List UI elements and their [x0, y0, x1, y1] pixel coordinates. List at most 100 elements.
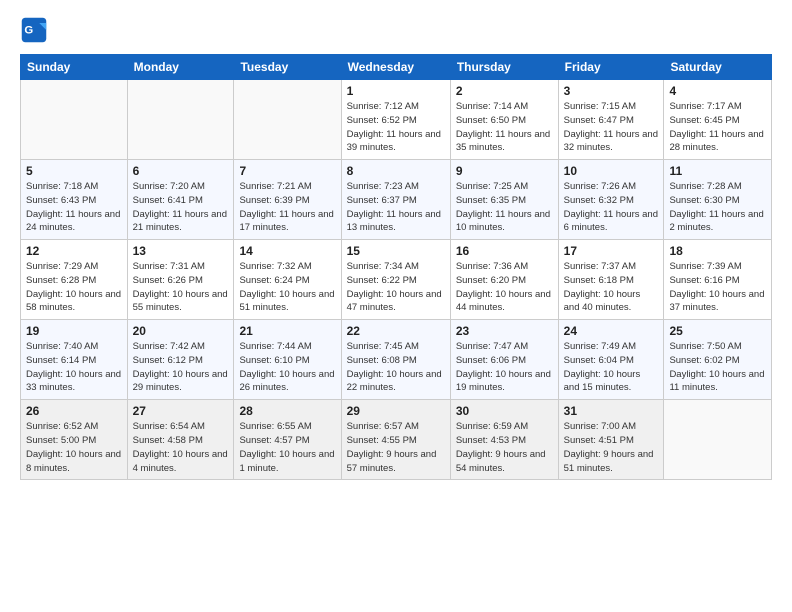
calendar-cell: 1 Sunrise: 7:12 AM Sunset: 6:52 PM Daylig… [341, 80, 450, 160]
day-number: 23 [456, 324, 553, 338]
day-number: 13 [133, 244, 229, 258]
weekday-header: Thursday [450, 55, 558, 80]
day-info: Sunrise: 7:17 AM Sunset: 6:45 PM Dayligh… [669, 100, 766, 155]
day-info: Sunrise: 7:23 AM Sunset: 6:37 PM Dayligh… [347, 180, 445, 235]
day-info: Sunrise: 6:59 AM Sunset: 4:53 PM Dayligh… [456, 420, 553, 475]
calendar-cell: 28 Sunrise: 6:55 AM Sunset: 4:57 PM Dayli… [234, 400, 341, 480]
day-info: Sunrise: 7:15 AM Sunset: 6:47 PM Dayligh… [564, 100, 659, 155]
day-info: Sunrise: 7:36 AM Sunset: 6:20 PM Dayligh… [456, 260, 553, 315]
page: G SundayMondayTuesdayWednesdayThursdayFr… [0, 0, 792, 490]
day-number: 25 [669, 324, 766, 338]
day-number: 27 [133, 404, 229, 418]
day-info: Sunrise: 6:57 AM Sunset: 4:55 PM Dayligh… [347, 420, 445, 475]
calendar-cell: 21 Sunrise: 7:44 AM Sunset: 6:10 PM Dayli… [234, 320, 341, 400]
day-number: 19 [26, 324, 122, 338]
calendar-cell: 22 Sunrise: 7:45 AM Sunset: 6:08 PM Dayli… [341, 320, 450, 400]
day-number: 4 [669, 84, 766, 98]
calendar-cell: 14Sunrise: 7:32 AM Sunset: 6:24 PM Dayli… [234, 240, 341, 320]
calendar-cell [234, 80, 341, 160]
day-info: Sunrise: 7:44 AM Sunset: 6:10 PM Dayligh… [239, 340, 335, 395]
weekday-header: Saturday [664, 55, 772, 80]
day-number: 20 [133, 324, 229, 338]
calendar: SundayMondayTuesdayWednesdayThursdayFrid… [20, 54, 772, 480]
weekday-header: Tuesday [234, 55, 341, 80]
calendar-cell: 7 Sunrise: 7:21 AM Sunset: 6:39 PM Daylig… [234, 160, 341, 240]
day-info: Sunrise: 6:54 AM Sunset: 4:58 PM Dayligh… [133, 420, 229, 475]
day-info: Sunrise: 7:40 AM Sunset: 6:14 PM Dayligh… [26, 340, 122, 395]
day-info: Sunrise: 7:45 AM Sunset: 6:08 PM Dayligh… [347, 340, 445, 395]
day-number: 9 [456, 164, 553, 178]
day-number: 18 [669, 244, 766, 258]
weekday-header-row: SundayMondayTuesdayWednesdayThursdayFrid… [21, 55, 772, 80]
day-info: Sunrise: 7:14 AM Sunset: 6:50 PM Dayligh… [456, 100, 553, 155]
day-number: 10 [564, 164, 659, 178]
calendar-cell: 12Sunrise: 7:29 AM Sunset: 6:28 PM Dayli… [21, 240, 128, 320]
day-info: Sunrise: 7:12 AM Sunset: 6:52 PM Dayligh… [347, 100, 445, 155]
day-number: 15 [347, 244, 445, 258]
day-info: Sunrise: 7:49 AM Sunset: 6:04 PM Dayligh… [564, 340, 659, 395]
calendar-cell: 23 Sunrise: 7:47 AM Sunset: 6:06 PM Dayli… [450, 320, 558, 400]
calendar-cell: 11Sunrise: 7:28 AM Sunset: 6:30 PM Dayli… [664, 160, 772, 240]
calendar-week-row: 1 Sunrise: 7:12 AM Sunset: 6:52 PM Daylig… [21, 80, 772, 160]
day-number: 22 [347, 324, 445, 338]
day-number: 24 [564, 324, 659, 338]
calendar-cell: 3 Sunrise: 7:15 AM Sunset: 6:47 PM Daylig… [558, 80, 664, 160]
weekday-header: Friday [558, 55, 664, 80]
weekday-header: Sunday [21, 55, 128, 80]
day-info: Sunrise: 7:39 AM Sunset: 6:16 PM Dayligh… [669, 260, 766, 315]
day-info: Sunrise: 7:25 AM Sunset: 6:35 PM Dayligh… [456, 180, 553, 235]
day-number: 30 [456, 404, 553, 418]
day-number: 29 [347, 404, 445, 418]
day-info: Sunrise: 6:52 AM Sunset: 5:00 PM Dayligh… [26, 420, 122, 475]
day-info: Sunrise: 7:37 AM Sunset: 6:18 PM Dayligh… [564, 260, 659, 315]
calendar-cell: 2Sunrise: 7:14 AM Sunset: 6:50 PM Daylig… [450, 80, 558, 160]
calendar-cell: 8Sunrise: 7:23 AM Sunset: 6:37 PM Daylig… [341, 160, 450, 240]
calendar-cell: 24 Sunrise: 7:49 AM Sunset: 6:04 PM Dayli… [558, 320, 664, 400]
calendar-cell: 30 Sunrise: 6:59 AM Sunset: 4:53 PM Dayli… [450, 400, 558, 480]
day-info: Sunrise: 7:20 AM Sunset: 6:41 PM Dayligh… [133, 180, 229, 235]
day-info: Sunrise: 7:18 AM Sunset: 6:43 PM Dayligh… [26, 180, 122, 235]
day-number: 21 [239, 324, 335, 338]
svg-text:G: G [24, 25, 33, 37]
day-number: 5 [26, 164, 122, 178]
header: G [20, 16, 772, 44]
day-info: Sunrise: 6:55 AM Sunset: 4:57 PM Dayligh… [239, 420, 335, 475]
calendar-cell [127, 80, 234, 160]
calendar-cell: 19 Sunrise: 7:40 AM Sunset: 6:14 PM Dayli… [21, 320, 128, 400]
calendar-cell: 10 Sunrise: 7:26 AM Sunset: 6:32 PM Dayli… [558, 160, 664, 240]
day-number: 26 [26, 404, 122, 418]
calendar-cell: 5 Sunrise: 7:18 AM Sunset: 6:43 PM Daylig… [21, 160, 128, 240]
calendar-cell [21, 80, 128, 160]
day-info: Sunrise: 7:47 AM Sunset: 6:06 PM Dayligh… [456, 340, 553, 395]
day-number: 17 [564, 244, 659, 258]
day-info: Sunrise: 7:32 AM Sunset: 6:24 PM Dayligh… [239, 260, 335, 315]
day-number: 6 [133, 164, 229, 178]
calendar-cell: 26 Sunrise: 6:52 AM Sunset: 5:00 PM Dayli… [21, 400, 128, 480]
logo: G [20, 16, 50, 44]
day-info: Sunrise: 7:26 AM Sunset: 6:32 PM Dayligh… [564, 180, 659, 235]
day-info: Sunrise: 7:28 AM Sunset: 6:30 PM Dayligh… [669, 180, 766, 235]
logo-icon: G [20, 16, 48, 44]
day-number: 1 [347, 84, 445, 98]
day-number: 3 [564, 84, 659, 98]
calendar-week-row: 5 Sunrise: 7:18 AM Sunset: 6:43 PM Daylig… [21, 160, 772, 240]
day-number: 12 [26, 244, 122, 258]
weekday-header: Monday [127, 55, 234, 80]
day-number: 16 [456, 244, 553, 258]
day-info: Sunrise: 7:21 AM Sunset: 6:39 PM Dayligh… [239, 180, 335, 235]
calendar-cell: 4 Sunrise: 7:17 AM Sunset: 6:45 PM Daylig… [664, 80, 772, 160]
calendar-cell: 17 Sunrise: 7:37 AM Sunset: 6:18 PM Dayli… [558, 240, 664, 320]
day-number: 28 [239, 404, 335, 418]
day-number: 31 [564, 404, 659, 418]
calendar-cell: 15Sunrise: 7:34 AM Sunset: 6:22 PM Dayli… [341, 240, 450, 320]
calendar-cell: 29 Sunrise: 6:57 AM Sunset: 4:55 PM Dayli… [341, 400, 450, 480]
day-number: 7 [239, 164, 335, 178]
calendar-cell [664, 400, 772, 480]
calendar-cell: 16 Sunrise: 7:36 AM Sunset: 6:20 PM Dayli… [450, 240, 558, 320]
calendar-week-row: 19 Sunrise: 7:40 AM Sunset: 6:14 PM Dayli… [21, 320, 772, 400]
calendar-cell: 27 Sunrise: 6:54 AM Sunset: 4:58 PM Dayli… [127, 400, 234, 480]
day-info: Sunrise: 7:50 AM Sunset: 6:02 PM Dayligh… [669, 340, 766, 395]
day-info: Sunrise: 7:00 AM Sunset: 4:51 PM Dayligh… [564, 420, 659, 475]
calendar-week-row: 26 Sunrise: 6:52 AM Sunset: 5:00 PM Dayli… [21, 400, 772, 480]
day-info: Sunrise: 7:42 AM Sunset: 6:12 PM Dayligh… [133, 340, 229, 395]
